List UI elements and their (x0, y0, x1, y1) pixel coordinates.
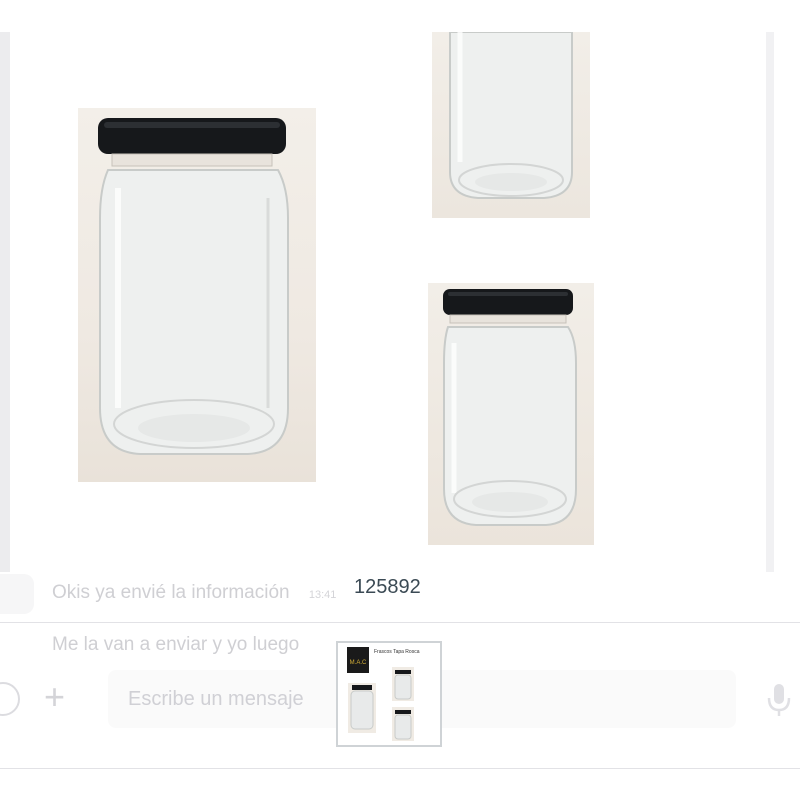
chat-message-text: Me la van a enviar y yo luego (52, 634, 300, 655)
divider (0, 622, 800, 623)
emoji-icon[interactable] (0, 682, 20, 716)
image-thumbnail[interactable]: M.A.C Frascos Tapa Rosca (336, 641, 442, 747)
plus-icon[interactable]: + (44, 676, 65, 718)
jar-photo-bottom (428, 283, 594, 545)
jar-photo-large (78, 108, 316, 482)
viewer-edge (766, 32, 774, 572)
viewer-edge (0, 32, 10, 572)
jar-image (443, 289, 577, 526)
chat-message-text: Okis ya envié la información (52, 582, 290, 603)
image-caption: 125892 (354, 576, 421, 598)
chat-message: Okis ya envié la información 13:41 (52, 582, 800, 604)
incoming-bubble (0, 574, 34, 614)
chat-message-time: 13:41 (308, 589, 337, 601)
jar-image (449, 32, 573, 199)
thumbnail-header: Frascos Tapa Rosca (374, 649, 420, 655)
thumbnail-brand: M.A.C (350, 660, 367, 666)
microphone-icon[interactable] (764, 682, 794, 718)
jar-photo-top (432, 32, 590, 218)
message-input-placeholder: Escribe un mensaje (128, 688, 304, 710)
thumbnail-image: M.A.C Frascos Tapa Rosca (338, 643, 440, 745)
divider (0, 768, 800, 769)
jar-image (98, 118, 289, 455)
